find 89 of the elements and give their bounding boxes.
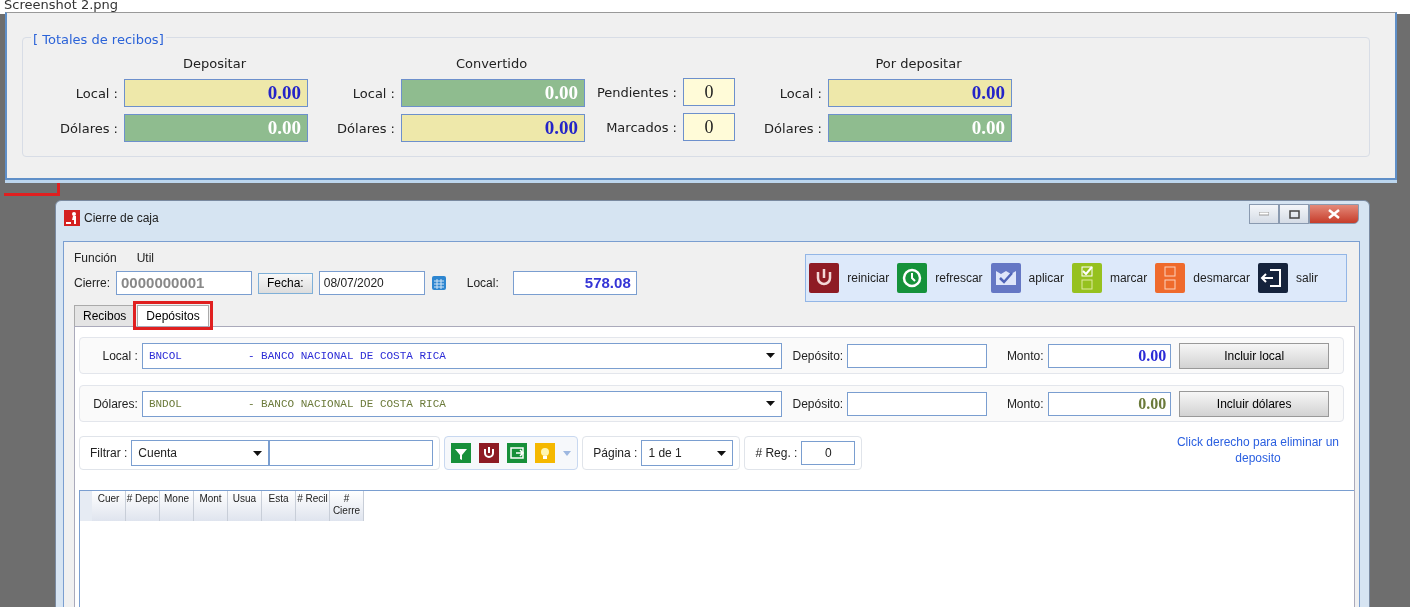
mark-icon <box>1071 263 1102 293</box>
field-label: Local : <box>352 85 395 101</box>
field-label: Dólares : <box>60 120 118 136</box>
include-button[interactable]: Incluir dólares <box>1179 390 1329 417</box>
column-header[interactable]: # Recil <box>296 491 330 521</box>
amount-field[interactable]: 0.00 <box>401 114 585 142</box>
tab[interactable]: Recibos <box>74 305 136 326</box>
amount-field[interactable]: 0.00 <box>124 79 308 107</box>
hint-text: Click derecho para eliminar un deposito <box>1175 434 1341 466</box>
field-label: Local : <box>779 85 822 101</box>
counter-field[interactable]: 0 <box>683 113 735 141</box>
deposit-label: Depósito: <box>792 396 844 411</box>
filter-field[interactable] <box>269 440 434 466</box>
bulb-icon[interactable] <box>535 443 556 463</box>
column-header[interactable]: # Cierre <box>330 491 364 521</box>
file-caption: Screenshot 2.png <box>4 0 119 12</box>
refresh-toolbar-button[interactable]: refrescar <box>897 263 983 293</box>
fecha-button[interactable]: Fecha: <box>258 272 313 294</box>
cierre-field[interactable]: 0000000001 <box>116 271 252 295</box>
column-heading: Por depositar <box>874 56 963 72</box>
amount-field[interactable]: 0.00 <box>828 79 1012 107</box>
field-label: Pendientes : <box>596 84 677 100</box>
amount-label: Monto: <box>1006 348 1044 363</box>
column-header[interactable]: # Depc <box>126 491 160 521</box>
bank-dropdown[interactable]: BNDOL - BANCO NACIONAL DE COSTA RICA <box>141 390 783 417</box>
deposit-field[interactable] <box>847 343 987 368</box>
window-title: Cierre de caja <box>84 211 159 225</box>
record-count-label: # Reg. : <box>755 446 798 460</box>
date-field[interactable]: 08/07/2020 <box>318 271 425 295</box>
apply-toolbar-button[interactable]: aplicar <box>990 263 1064 293</box>
field-label: Local : <box>75 85 118 101</box>
refresh-icon <box>897 263 928 293</box>
app-icon <box>64 210 80 226</box>
caret-icon <box>717 450 727 456</box>
local-label: Local: <box>466 276 499 290</box>
column-header[interactable]: Esta <box>262 491 296 521</box>
column-header[interactable]: Usua <box>228 491 262 521</box>
highlight-frame <box>4 183 60 196</box>
unmark-icon <box>1155 263 1186 293</box>
power-icon <box>809 263 840 293</box>
column-heading: Convertido <box>454 56 529 72</box>
calendar-icon[interactable] <box>430 275 447 291</box>
record-count-field[interactable]: 0 <box>801 441 856 465</box>
bank-dropdown[interactable]: BNCOL - BANCO NACIONAL DE COSTA RICA <box>141 342 783 369</box>
mark-toolbar-button[interactable]: marcar <box>1071 263 1148 293</box>
maximize-icon <box>1288 209 1300 219</box>
maximize-button[interactable] <box>1279 204 1309 224</box>
power-icon[interactable] <box>479 443 500 463</box>
local-total-field[interactable]: 578.08 <box>512 271 637 295</box>
exit-icon <box>1258 263 1288 293</box>
column-heading: Depositar <box>182 56 247 72</box>
cierre-label: Cierre: <box>74 276 110 290</box>
grid-corner-cell <box>80 491 92 521</box>
minimize-icon <box>1259 212 1269 216</box>
field-label: Marcados : <box>606 119 677 135</box>
caret-icon <box>766 353 776 358</box>
filter-icon[interactable] <box>451 443 472 463</box>
column-header[interactable]: Mont <box>194 491 228 521</box>
filter-label: Filtrar : <box>90 446 128 460</box>
caret-icon <box>766 401 776 406</box>
group-title: [ Totales de recibos] <box>31 32 166 47</box>
column-header[interactable]: Cuer <box>92 491 126 521</box>
amount-field[interactable]: 0.00 <box>1047 343 1172 368</box>
caret-icon <box>253 450 263 456</box>
filter-dropdown[interactable]: Cuenta <box>131 440 270 466</box>
counter-field[interactable]: 0 <box>683 78 735 106</box>
page-dropdown[interactable]: 1 de 1 <box>641 440 734 466</box>
close-button[interactable] <box>1309 204 1359 224</box>
field-label: Dólares : <box>764 120 822 136</box>
amount-field[interactable]: 0.00 <box>1047 391 1172 416</box>
caret-icon[interactable] <box>563 450 572 456</box>
field-label: Dólares : <box>337 120 395 136</box>
unmark-toolbar-button[interactable]: desmarcar <box>1155 263 1250 293</box>
deposit-field[interactable] <box>847 391 987 416</box>
close-icon <box>1328 209 1340 219</box>
amount-label: Monto: <box>1006 396 1044 411</box>
minimize-button[interactable] <box>1249 204 1279 224</box>
menu-item[interactable]: Util <box>136 251 155 271</box>
exit-toolbar-button[interactable]: salir <box>1258 263 1318 293</box>
include-button[interactable]: Incluir local <box>1179 342 1329 369</box>
menu-item[interactable]: Función <box>74 251 117 271</box>
deposit-label: Depósito: <box>792 348 844 363</box>
bank-label: Dólares: <box>92 396 138 411</box>
page-label: Página : <box>593 446 638 460</box>
export-icon[interactable] <box>507 443 528 463</box>
column-header[interactable]: Mone <box>160 491 194 521</box>
apply-icon <box>990 263 1021 293</box>
bank-label: Local : <box>101 348 138 363</box>
power-toolbar-button[interactable]: reiniciar <box>809 263 890 293</box>
